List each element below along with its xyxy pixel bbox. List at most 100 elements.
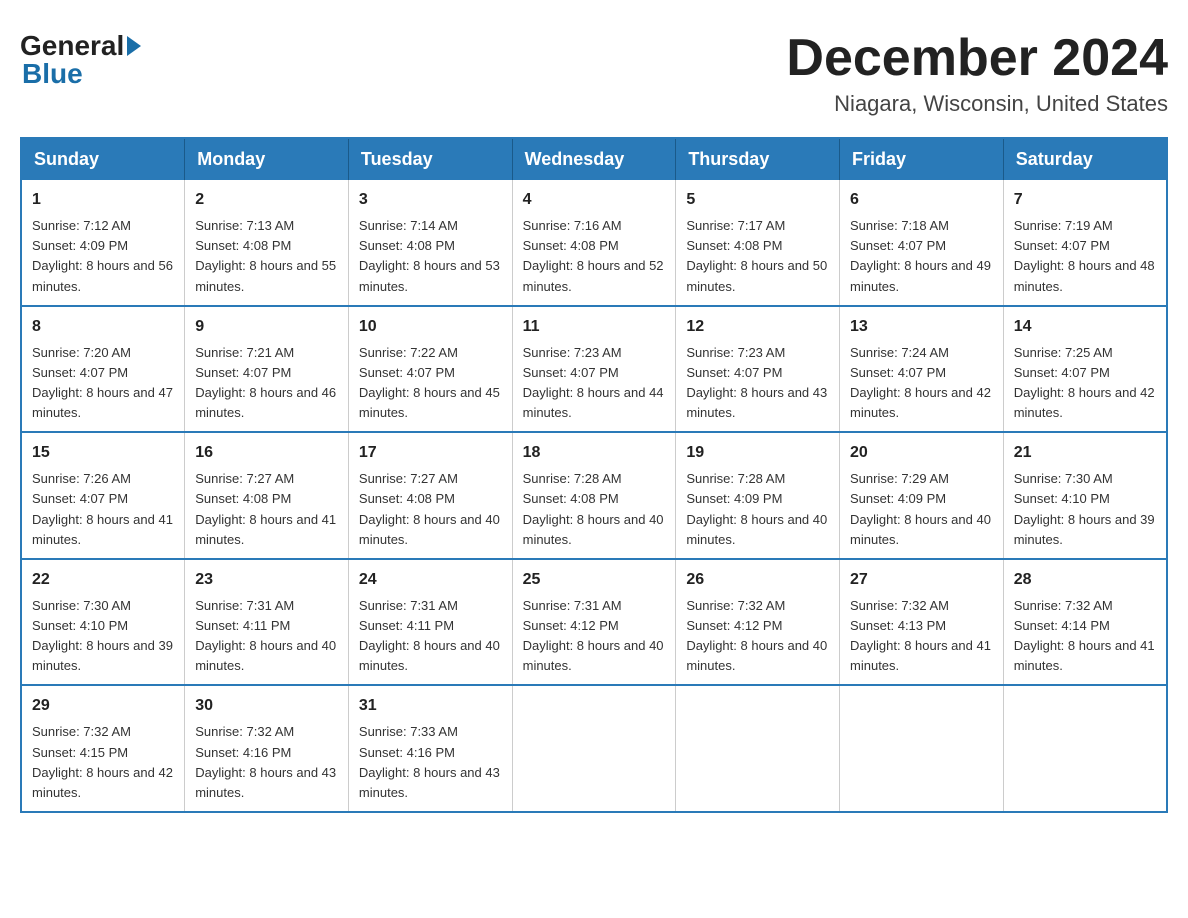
calendar-cell: 24 Sunrise: 7:31 AMSunset: 4:11 PMDaylig… [348, 559, 512, 686]
day-info: Sunrise: 7:27 AMSunset: 4:08 PMDaylight:… [359, 471, 500, 546]
title-section: December 2024 Niagara, Wisconsin, United… [786, 30, 1168, 117]
week-row-5: 29 Sunrise: 7:32 AMSunset: 4:15 PMDaylig… [21, 685, 1167, 812]
calendar-cell: 14 Sunrise: 7:25 AMSunset: 4:07 PMDaylig… [1003, 306, 1167, 433]
day-info: Sunrise: 7:29 AMSunset: 4:09 PMDaylight:… [850, 471, 991, 546]
calendar-cell: 10 Sunrise: 7:22 AMSunset: 4:07 PMDaylig… [348, 306, 512, 433]
header-cell-wednesday: Wednesday [512, 138, 676, 180]
day-info: Sunrise: 7:22 AMSunset: 4:07 PMDaylight:… [359, 345, 500, 420]
calendar-cell: 11 Sunrise: 7:23 AMSunset: 4:07 PMDaylig… [512, 306, 676, 433]
day-info: Sunrise: 7:33 AMSunset: 4:16 PMDaylight:… [359, 724, 500, 799]
day-info: Sunrise: 7:30 AMSunset: 4:10 PMDaylight:… [1014, 471, 1155, 546]
header-cell-friday: Friday [840, 138, 1004, 180]
calendar-cell: 27 Sunrise: 7:32 AMSunset: 4:13 PMDaylig… [840, 559, 1004, 686]
day-number: 9 [195, 315, 338, 339]
day-number: 14 [1014, 315, 1156, 339]
day-number: 2 [195, 188, 338, 212]
calendar-cell: 20 Sunrise: 7:29 AMSunset: 4:09 PMDaylig… [840, 432, 1004, 559]
calendar-cell: 9 Sunrise: 7:21 AMSunset: 4:07 PMDayligh… [185, 306, 349, 433]
day-info: Sunrise: 7:26 AMSunset: 4:07 PMDaylight:… [32, 471, 173, 546]
day-info: Sunrise: 7:19 AMSunset: 4:07 PMDaylight:… [1014, 218, 1155, 293]
day-number: 5 [686, 188, 829, 212]
day-number: 4 [523, 188, 666, 212]
day-number: 30 [195, 694, 338, 718]
day-number: 12 [686, 315, 829, 339]
calendar-cell: 12 Sunrise: 7:23 AMSunset: 4:07 PMDaylig… [676, 306, 840, 433]
day-info: Sunrise: 7:23 AMSunset: 4:07 PMDaylight:… [523, 345, 664, 420]
calendar-cell: 23 Sunrise: 7:31 AMSunset: 4:11 PMDaylig… [185, 559, 349, 686]
day-info: Sunrise: 7:28 AMSunset: 4:08 PMDaylight:… [523, 471, 664, 546]
day-info: Sunrise: 7:32 AMSunset: 4:15 PMDaylight:… [32, 724, 173, 799]
day-number: 13 [850, 315, 993, 339]
calendar-cell: 3 Sunrise: 7:14 AMSunset: 4:08 PMDayligh… [348, 180, 512, 306]
week-row-4: 22 Sunrise: 7:30 AMSunset: 4:10 PMDaylig… [21, 559, 1167, 686]
calendar-cell: 8 Sunrise: 7:20 AMSunset: 4:07 PMDayligh… [21, 306, 185, 433]
calendar-cell: 30 Sunrise: 7:32 AMSunset: 4:16 PMDaylig… [185, 685, 349, 812]
day-number: 31 [359, 694, 502, 718]
calendar-cell: 21 Sunrise: 7:30 AMSunset: 4:10 PMDaylig… [1003, 432, 1167, 559]
calendar-cell: 22 Sunrise: 7:30 AMSunset: 4:10 PMDaylig… [21, 559, 185, 686]
calendar-cell [1003, 685, 1167, 812]
day-number: 10 [359, 315, 502, 339]
day-info: Sunrise: 7:30 AMSunset: 4:10 PMDaylight:… [32, 598, 173, 673]
day-number: 17 [359, 441, 502, 465]
calendar-cell: 28 Sunrise: 7:32 AMSunset: 4:14 PMDaylig… [1003, 559, 1167, 686]
day-info: Sunrise: 7:25 AMSunset: 4:07 PMDaylight:… [1014, 345, 1155, 420]
calendar-cell [676, 685, 840, 812]
calendar-cell: 2 Sunrise: 7:13 AMSunset: 4:08 PMDayligh… [185, 180, 349, 306]
day-info: Sunrise: 7:31 AMSunset: 4:11 PMDaylight:… [195, 598, 336, 673]
day-number: 20 [850, 441, 993, 465]
page-header: General Blue December 2024 Niagara, Wisc… [20, 20, 1168, 127]
calendar-cell: 15 Sunrise: 7:26 AMSunset: 4:07 PMDaylig… [21, 432, 185, 559]
day-info: Sunrise: 7:28 AMSunset: 4:09 PMDaylight:… [686, 471, 827, 546]
logo-triangle-icon [127, 36, 141, 56]
day-info: Sunrise: 7:24 AMSunset: 4:07 PMDaylight:… [850, 345, 991, 420]
calendar-subtitle: Niagara, Wisconsin, United States [786, 91, 1168, 117]
day-info: Sunrise: 7:27 AMSunset: 4:08 PMDaylight:… [195, 471, 336, 546]
week-row-2: 8 Sunrise: 7:20 AMSunset: 4:07 PMDayligh… [21, 306, 1167, 433]
header-cell-monday: Monday [185, 138, 349, 180]
day-number: 3 [359, 188, 502, 212]
header-cell-sunday: Sunday [21, 138, 185, 180]
day-number: 21 [1014, 441, 1156, 465]
calendar-cell: 26 Sunrise: 7:32 AMSunset: 4:12 PMDaylig… [676, 559, 840, 686]
calendar-cell: 25 Sunrise: 7:31 AMSunset: 4:12 PMDaylig… [512, 559, 676, 686]
logo: General Blue [20, 30, 144, 90]
day-info: Sunrise: 7:13 AMSunset: 4:08 PMDaylight:… [195, 218, 336, 293]
day-number: 23 [195, 568, 338, 592]
week-row-3: 15 Sunrise: 7:26 AMSunset: 4:07 PMDaylig… [21, 432, 1167, 559]
calendar-cell [840, 685, 1004, 812]
day-number: 29 [32, 694, 174, 718]
calendar-table: SundayMondayTuesdayWednesdayThursdayFrid… [20, 137, 1168, 813]
day-info: Sunrise: 7:12 AMSunset: 4:09 PMDaylight:… [32, 218, 173, 293]
day-info: Sunrise: 7:32 AMSunset: 4:12 PMDaylight:… [686, 598, 827, 673]
day-number: 24 [359, 568, 502, 592]
day-number: 27 [850, 568, 993, 592]
day-number: 25 [523, 568, 666, 592]
day-number: 18 [523, 441, 666, 465]
day-info: Sunrise: 7:31 AMSunset: 4:11 PMDaylight:… [359, 598, 500, 673]
day-number: 28 [1014, 568, 1156, 592]
day-info: Sunrise: 7:21 AMSunset: 4:07 PMDaylight:… [195, 345, 336, 420]
calendar-cell: 17 Sunrise: 7:27 AMSunset: 4:08 PMDaylig… [348, 432, 512, 559]
calendar-cell: 19 Sunrise: 7:28 AMSunset: 4:09 PMDaylig… [676, 432, 840, 559]
day-info: Sunrise: 7:14 AMSunset: 4:08 PMDaylight:… [359, 218, 500, 293]
day-number: 6 [850, 188, 993, 212]
day-number: 1 [32, 188, 174, 212]
day-info: Sunrise: 7:31 AMSunset: 4:12 PMDaylight:… [523, 598, 664, 673]
day-number: 26 [686, 568, 829, 592]
day-info: Sunrise: 7:32 AMSunset: 4:14 PMDaylight:… [1014, 598, 1155, 673]
calendar-cell: 5 Sunrise: 7:17 AMSunset: 4:08 PMDayligh… [676, 180, 840, 306]
day-info: Sunrise: 7:32 AMSunset: 4:16 PMDaylight:… [195, 724, 336, 799]
calendar-title: December 2024 [786, 30, 1168, 87]
header-cell-saturday: Saturday [1003, 138, 1167, 180]
day-number: 8 [32, 315, 174, 339]
day-number: 19 [686, 441, 829, 465]
day-number: 11 [523, 315, 666, 339]
header-cell-thursday: Thursday [676, 138, 840, 180]
calendar-cell: 18 Sunrise: 7:28 AMSunset: 4:08 PMDaylig… [512, 432, 676, 559]
calendar-cell: 13 Sunrise: 7:24 AMSunset: 4:07 PMDaylig… [840, 306, 1004, 433]
week-row-1: 1 Sunrise: 7:12 AMSunset: 4:09 PMDayligh… [21, 180, 1167, 306]
header-cell-tuesday: Tuesday [348, 138, 512, 180]
calendar-cell: 31 Sunrise: 7:33 AMSunset: 4:16 PMDaylig… [348, 685, 512, 812]
day-info: Sunrise: 7:16 AMSunset: 4:08 PMDaylight:… [523, 218, 664, 293]
